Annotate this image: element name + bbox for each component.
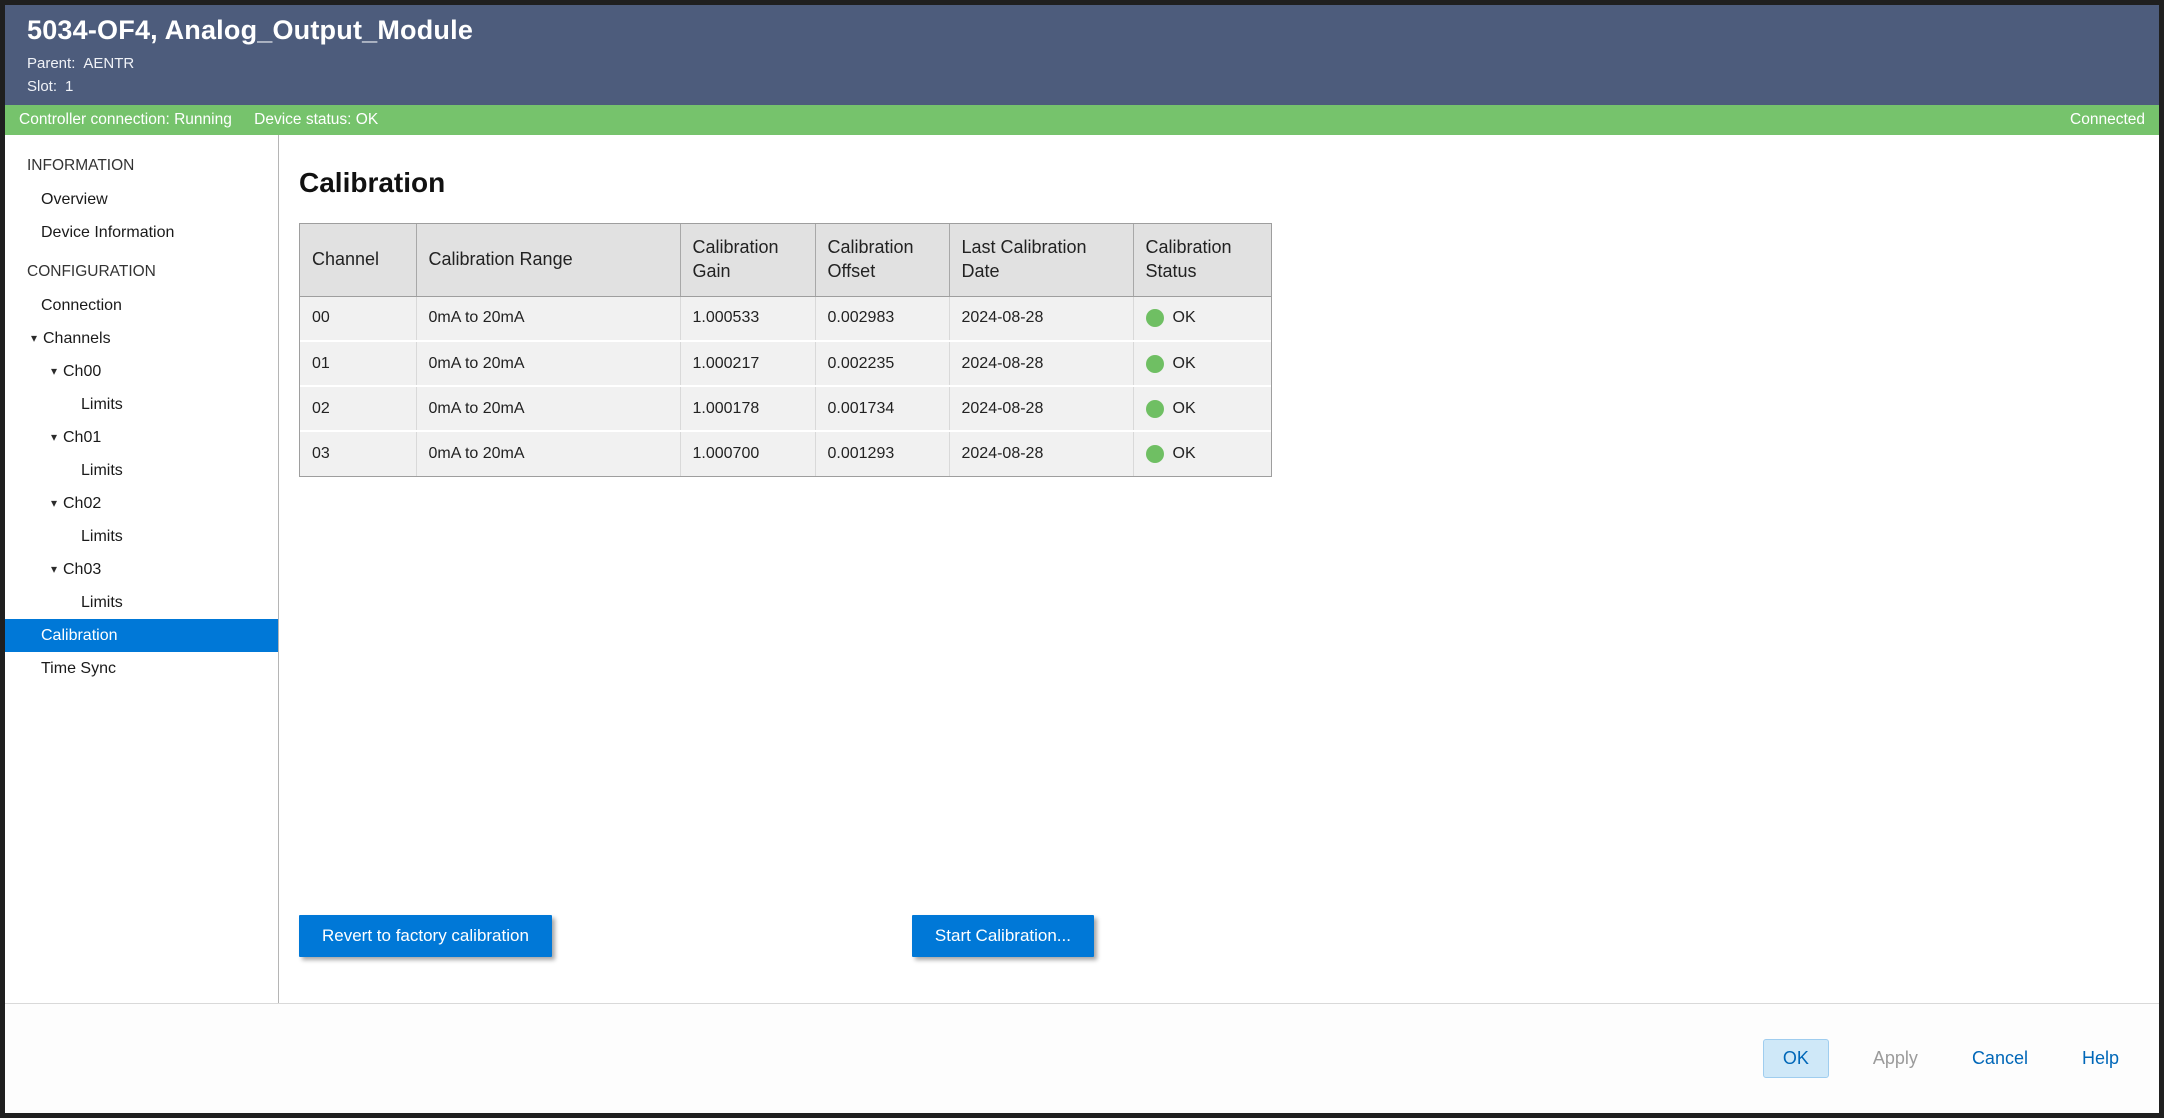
sidebar-item-label: Ch02 [63,487,101,520]
cell-range: 0mA to 20mA [416,341,680,386]
sidebar-item-overview[interactable]: Overview [5,183,278,216]
cell-offset: 0.002235 [815,341,949,386]
cell-date: 2024-08-28 [949,386,1133,431]
cell-gain: 1.000217 [680,341,815,386]
connected-badge: Connected [2070,111,2145,129]
col-header-calibration-offset: Calibration Offset [815,224,949,296]
sidebar-section-information: INFORMATION [5,157,278,175]
status-text: OK [1173,445,1196,463]
cell-range: 0mA to 20mA [416,296,680,341]
page-title: 5034-OF4, Analog_Output_Module [27,15,2137,46]
table-row: 01 0mA to 20mA 1.000217 0.002235 2024-08… [300,341,1271,386]
main-content: Calibration Channel Calibration Range Ca… [279,135,2159,1003]
cell-channel: 01 [300,341,416,386]
parent-label: Parent: [27,55,75,72]
table-row: 00 0mA to 20mA 1.000533 0.002983 2024-08… [300,296,1271,341]
sidebar-nav: INFORMATION Overview Device Information … [5,135,279,1003]
cell-gain: 1.000700 [680,431,815,476]
status-ok-icon [1146,400,1164,418]
window-header: 5034-OF4, Analog_Output_Module Parent: AE… [5,5,2159,105]
help-button[interactable]: Help [2072,1040,2129,1077]
sidebar-item-time-sync[interactable]: Time Sync [5,652,278,685]
status-ok-icon [1146,445,1164,463]
col-header-channel: Channel [300,224,416,296]
sidebar-item-label: Ch03 [63,553,101,586]
cell-channel: 03 [300,431,416,476]
cell-offset: 0.002983 [815,296,949,341]
status-text: OK [1173,309,1196,327]
cell-gain: 1.000533 [680,296,815,341]
sidebar-section-configuration: CONFIGURATION [5,263,278,281]
revert-to-factory-calibration-button[interactable]: Revert to factory calibration [299,915,552,957]
cell-offset: 0.001293 [815,431,949,476]
apply-button[interactable]: Apply [1863,1040,1928,1077]
status-ok-icon [1146,309,1164,327]
chevron-down-icon[interactable]: ▾ [25,322,43,355]
cell-status: OK [1133,341,1271,386]
body-area: INFORMATION Overview Device Information … [5,135,2159,1003]
chevron-down-icon[interactable]: ▾ [45,355,63,388]
cell-status: OK [1133,296,1271,341]
cell-date: 2024-08-28 [949,431,1133,476]
chevron-down-icon[interactable]: ▾ [45,421,63,454]
cell-status: OK [1133,386,1271,431]
sidebar-item-ch01-limits[interactable]: Limits [5,454,278,487]
slot-row: Slot: 1 [27,78,2137,95]
sidebar-item-ch03[interactable]: ▾ Ch03 [5,553,278,586]
col-header-calibration-status: Calibration Status [1133,224,1271,296]
col-header-calibration-gain: Calibration Gain [680,224,815,296]
cell-range: 0mA to 20mA [416,431,680,476]
controller-connection-status: Controller connection: Running [19,111,232,128]
device-status: Device status: OK [254,111,378,128]
module-properties-window: 5034-OF4, Analog_Output_Module Parent: AE… [0,0,2164,1118]
parent-value: AENTR [83,55,134,72]
cell-date: 2024-08-28 [949,341,1133,386]
col-header-last-calibration-date: Last Calibration Date [949,224,1133,296]
status-text: OK [1173,400,1196,418]
cell-channel: 00 [300,296,416,341]
calibration-actions: Revert to factory calibration Start Cali… [299,915,1094,957]
sidebar-item-label: Ch01 [63,421,101,454]
slot-label: Slot: [27,78,57,95]
cell-status: OK [1133,431,1271,476]
chevron-down-icon[interactable]: ▾ [45,553,63,586]
sidebar-item-label: Ch00 [63,355,101,388]
cell-date: 2024-08-28 [949,296,1133,341]
cancel-button[interactable]: Cancel [1962,1040,2038,1077]
sidebar-item-ch02[interactable]: ▾ Ch02 [5,487,278,520]
table-row: 03 0mA to 20mA 1.000700 0.001293 2024-08… [300,431,1271,476]
calibration-table: Channel Calibration Range Calibration Ga… [299,223,1272,477]
sidebar-item-ch00-limits[interactable]: Limits [5,388,278,421]
cell-channel: 02 [300,386,416,431]
sidebar-item-label: Channels [43,322,111,355]
connection-status-left: Controller connection: Running Device st… [19,111,396,129]
status-ok-icon [1146,355,1164,373]
sidebar-item-ch02-limits[interactable]: Limits [5,520,278,553]
sidebar-item-channels[interactable]: ▾ Channels [5,322,278,355]
calibration-title: Calibration [299,167,2159,199]
sidebar-item-connection[interactable]: Connection [5,289,278,322]
cell-range: 0mA to 20mA [416,386,680,431]
table-row: 02 0mA to 20mA 1.000178 0.001734 2024-08… [300,386,1271,431]
sidebar-item-calibration[interactable]: Calibration [5,619,278,652]
sidebar-item-ch03-limits[interactable]: Limits [5,586,278,619]
cell-gain: 1.000178 [680,386,815,431]
status-text: OK [1173,355,1196,373]
sidebar-item-ch01[interactable]: ▾ Ch01 [5,421,278,454]
sidebar-item-ch00[interactable]: ▾ Ch00 [5,355,278,388]
col-header-calibration-range: Calibration Range [416,224,680,296]
start-calibration-button[interactable]: Start Calibration... [912,915,1094,957]
connection-status-bar: Controller connection: Running Device st… [5,105,2159,135]
ok-button[interactable]: OK [1763,1039,1829,1078]
sidebar-item-device-information[interactable]: Device Information [5,216,278,249]
parent-row: Parent: AENTR [27,55,2137,72]
table-header-row: Channel Calibration Range Calibration Ga… [300,224,1271,296]
chevron-down-icon[interactable]: ▾ [45,487,63,520]
dialog-footer: OK Apply Cancel Help [5,1003,2159,1113]
cell-offset: 0.001734 [815,386,949,431]
slot-value: 1 [65,78,73,95]
